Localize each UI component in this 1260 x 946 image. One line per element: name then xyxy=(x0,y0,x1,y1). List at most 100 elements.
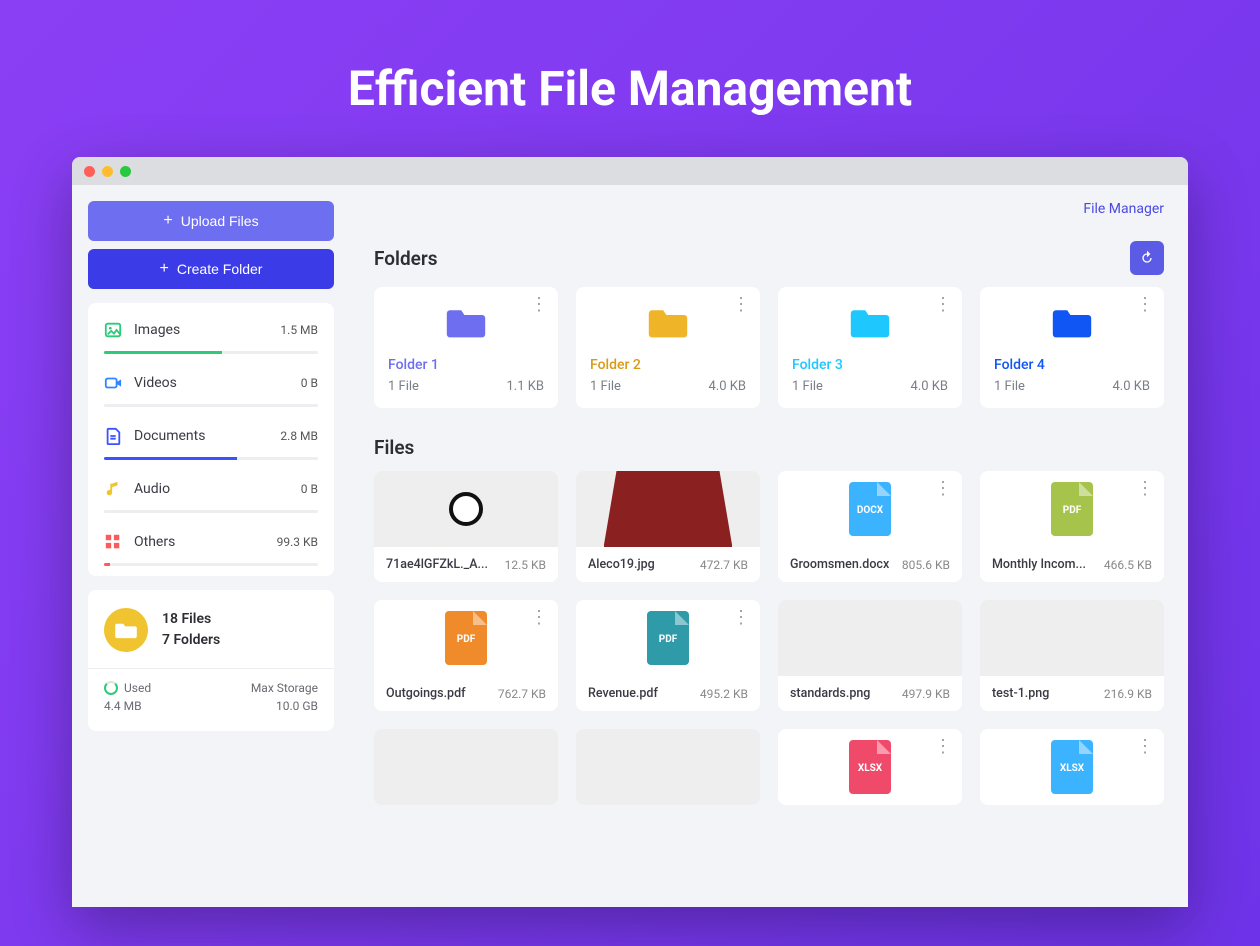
file-name: Groomsmen.docx xyxy=(790,557,889,572)
upload-button-label: Upload Files xyxy=(181,213,259,229)
category-progress xyxy=(104,404,318,407)
folder-card[interactable]: ⋮ Folder 1 1 File 1.1 KB xyxy=(374,287,558,408)
window-close-icon[interactable] xyxy=(84,166,95,177)
document-icon: PDF xyxy=(647,611,689,665)
more-options-icon[interactable]: ⋮ xyxy=(934,743,952,750)
folders-section-title: Folders xyxy=(374,247,437,270)
video-icon xyxy=(104,374,122,392)
file-manager-link[interactable]: File Manager xyxy=(1083,201,1164,217)
file-card[interactable]: Aleco19.jpg 472.7 KB xyxy=(576,471,760,582)
folder-card[interactable]: ⋮ Folder 2 1 File 4.0 KB xyxy=(576,287,760,408)
doc-icon xyxy=(104,427,122,445)
file-thumbnail xyxy=(374,729,558,805)
folder-icon xyxy=(648,307,688,339)
file-size: 472.7 KB xyxy=(700,558,748,572)
upload-files-button[interactable]: + Upload Files xyxy=(88,201,334,241)
files-count: 18 Files xyxy=(162,609,220,630)
category-progress xyxy=(104,457,318,460)
file-name: standards.png xyxy=(790,686,870,701)
category-size: 2.8 MB xyxy=(280,429,318,443)
used-label: Used xyxy=(124,681,151,695)
file-card[interactable]: ⋮ DOCX Groomsmen.docx 805.6 KB xyxy=(778,471,962,582)
folder-name: Folder 3 xyxy=(792,357,948,373)
file-card[interactable]: standards.png 497.9 KB xyxy=(778,600,962,711)
category-row[interactable]: Documents 2.8 MB xyxy=(88,413,334,449)
category-progress xyxy=(104,510,318,513)
file-card[interactable]: ⋮ PDF Outgoings.pdf 762.7 KB xyxy=(374,600,558,711)
folder-card[interactable]: ⋮ Folder 4 1 File 4.0 KB xyxy=(980,287,1164,408)
folder-name: Folder 2 xyxy=(590,357,746,373)
file-thumbnail: ⋮ PDF xyxy=(576,600,760,676)
folders-grid: ⋮ Folder 1 1 File 1.1 KB ⋮ Folder 2 1 Fi… xyxy=(374,287,1164,408)
category-size: 1.5 MB xyxy=(280,323,318,337)
more-options-icon[interactable]: ⋮ xyxy=(1136,485,1154,492)
folder-badge-icon xyxy=(104,608,148,652)
file-name: Outgoings.pdf xyxy=(386,686,466,701)
file-size: 497.9 KB xyxy=(902,687,950,701)
more-options-icon[interactable]: ⋮ xyxy=(934,301,952,308)
category-name: Videos xyxy=(134,375,289,391)
sidebar: + Upload Files + Create Folder Images 1.… xyxy=(72,185,350,907)
more-options-icon[interactable]: ⋮ xyxy=(1136,743,1154,750)
file-card[interactable]: ⋮ PDF Revenue.pdf 495.2 KB xyxy=(576,600,760,711)
max-storage-label: Max Storage xyxy=(251,681,318,695)
files-grid: 71ae4lGFZkL._A... 12.5 KB Aleco19.jpg 47… xyxy=(374,471,1164,805)
file-card[interactable]: ⋮ PDF Monthly Incom... 466.5 KB xyxy=(980,471,1164,582)
folder-file-count: 1 File xyxy=(388,379,419,394)
create-folder-button[interactable]: + Create Folder xyxy=(88,249,334,289)
window-maximize-icon[interactable] xyxy=(120,166,131,177)
folder-icon xyxy=(850,307,890,339)
file-thumbnail: ⋮ PDF xyxy=(980,471,1164,547)
file-card[interactable] xyxy=(576,729,760,805)
file-name: 71ae4lGFZkL._A... xyxy=(386,557,488,572)
folder-icon xyxy=(1052,307,1092,339)
image-icon xyxy=(104,321,122,339)
file-size: 495.2 KB xyxy=(700,687,748,701)
main-content: File Manager Folders ⋮ Folder 1 1 File 1… xyxy=(350,185,1188,907)
audio-icon xyxy=(104,480,122,498)
file-thumbnail: ⋮ XLSX xyxy=(778,729,962,805)
more-options-icon[interactable]: ⋮ xyxy=(934,485,952,492)
category-name: Others xyxy=(134,534,265,550)
file-card[interactable]: test-1.png 216.9 KB xyxy=(980,600,1164,711)
more-options-icon[interactable]: ⋮ xyxy=(530,301,548,308)
folder-size: 1.1 KB xyxy=(506,379,544,394)
refresh-icon xyxy=(1139,250,1155,266)
more-options-icon[interactable]: ⋮ xyxy=(530,614,548,621)
category-name: Documents xyxy=(134,428,268,444)
folder-card[interactable]: ⋮ Folder 3 1 File 4.0 KB xyxy=(778,287,962,408)
file-size: 466.5 KB xyxy=(1104,558,1152,572)
folder-name: Folder 4 xyxy=(994,357,1150,373)
folder-size: 4.0 KB xyxy=(708,379,746,394)
more-options-icon[interactable]: ⋮ xyxy=(732,301,750,308)
category-name: Images xyxy=(134,322,268,338)
app-window: + Upload Files + Create Folder Images 1.… xyxy=(72,157,1188,907)
file-thumbnail xyxy=(980,600,1164,676)
window-minimize-icon[interactable] xyxy=(102,166,113,177)
category-row[interactable]: Images 1.5 MB xyxy=(88,307,334,343)
document-icon: PDF xyxy=(445,611,487,665)
window-titlebar xyxy=(72,157,1188,185)
file-card[interactable]: 71ae4lGFZkL._A... 12.5 KB xyxy=(374,471,558,582)
document-icon: XLSX xyxy=(849,740,891,794)
grid-icon xyxy=(104,533,122,551)
category-row[interactable]: Videos 0 B xyxy=(88,360,334,396)
more-options-icon[interactable]: ⋮ xyxy=(1136,301,1154,308)
file-card[interactable]: ⋮ XLSX xyxy=(980,729,1164,805)
folder-file-count: 1 File xyxy=(994,379,1025,394)
category-name: Audio xyxy=(134,481,289,497)
folder-icon xyxy=(446,307,486,339)
folder-name: Folder 1 xyxy=(388,357,544,373)
category-size: 0 B xyxy=(301,376,318,390)
file-thumbnail: ⋮ XLSX xyxy=(980,729,1164,805)
plus-icon: + xyxy=(160,260,169,278)
category-row[interactable]: Others 99.3 KB xyxy=(88,519,334,555)
category-row[interactable]: Audio 0 B xyxy=(88,466,334,502)
more-options-icon[interactable]: ⋮ xyxy=(732,614,750,621)
file-card[interactable] xyxy=(374,729,558,805)
file-name: Revenue.pdf xyxy=(588,686,658,701)
refresh-button[interactable] xyxy=(1130,241,1164,275)
file-card[interactable]: ⋮ XLSX xyxy=(778,729,962,805)
file-name: Aleco19.jpg xyxy=(588,557,655,572)
file-thumbnail xyxy=(576,729,760,805)
